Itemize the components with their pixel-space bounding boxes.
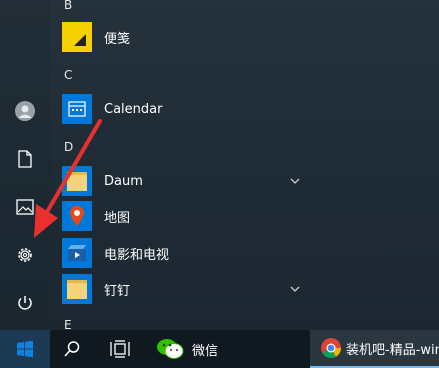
taskbar: 微信 装机吧-精品-win1: [0, 330, 439, 368]
taskbar-item-wechat[interactable]: 微信: [150, 330, 230, 368]
taskbar-item-browser[interactable]: 装机吧-精品-win1: [310, 330, 439, 368]
browser-icon: [321, 338, 342, 359]
start-button[interactable]: [0, 330, 50, 368]
search-icon: [64, 341, 80, 357]
annotation-arrow: [34, 119, 102, 238]
windows-start-icon: [17, 340, 33, 358]
task-view-button[interactable]: [102, 330, 138, 368]
task-view-icon: [110, 340, 130, 358]
wechat-icon: [157, 339, 184, 359]
search-button[interactable]: [54, 330, 90, 368]
taskbar-item-label: 微信: [192, 343, 219, 359]
taskbar-item-label: 装机吧-精品-win1: [346, 342, 439, 358]
